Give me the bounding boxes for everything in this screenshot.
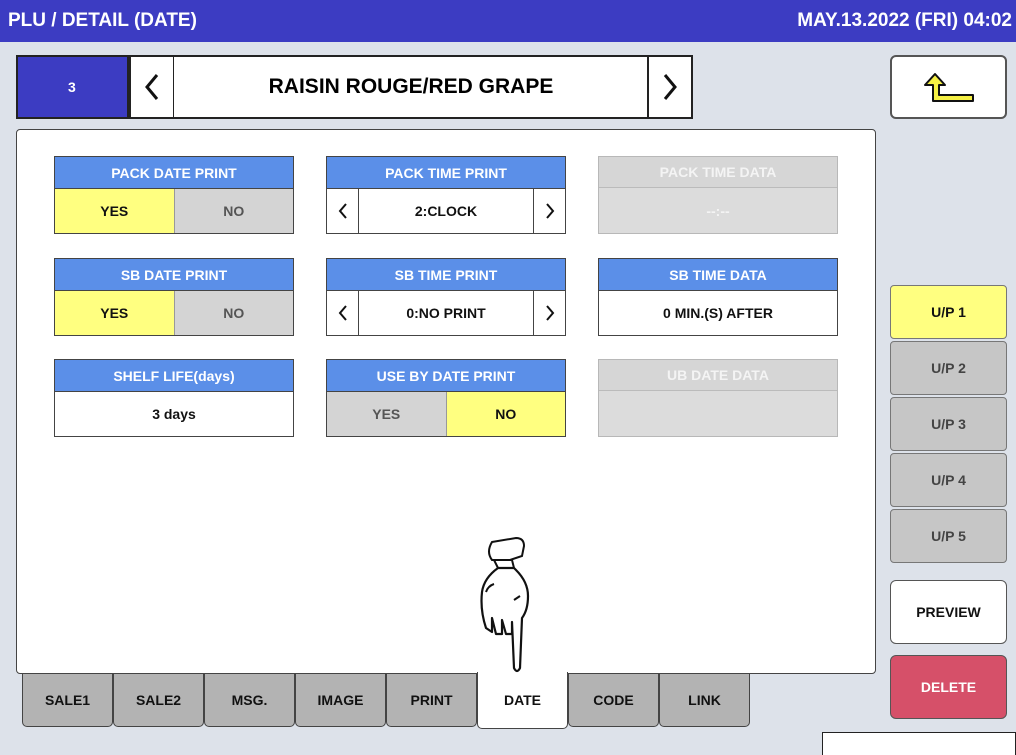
chevron-left-icon <box>338 203 347 219</box>
pack-time-next-button[interactable] <box>533 189 565 233</box>
sb-time-print-field: SB TIME PRINT 0:NO PRINT <box>326 258 566 336</box>
field-label: USE BY DATE PRINT <box>327 360 565 391</box>
tab-sale1[interactable]: SALE1 <box>22 674 113 727</box>
pack-time-data-value: --:-- <box>706 202 730 219</box>
shelf-life-value: 3 days <box>55 391 293 436</box>
unit-price-5-button[interactable]: U/P 5 <box>890 509 1007 563</box>
tab-code[interactable]: CODE <box>568 674 659 727</box>
sb-time-value: 0:NO PRINT <box>406 305 486 321</box>
next-plu-button[interactable] <box>647 55 693 119</box>
pack-time-print-field: PACK TIME PRINT 2:CLOCK <box>326 156 566 234</box>
shelf-life-field[interactable]: SHELF LIFE(days) 3 days <box>54 359 294 437</box>
plu-number[interactable]: 3 <box>16 55 129 119</box>
back-button[interactable] <box>890 55 1007 119</box>
ub-date-data-field: UB DATE DATA <box>598 359 838 437</box>
sb-time-next-button[interactable] <box>533 291 565 335</box>
pack-date-yes-option[interactable]: YES <box>55 189 174 233</box>
unit-price-2-button[interactable]: U/P 2 <box>890 341 1007 395</box>
pack-time-prev-button[interactable] <box>327 189 359 233</box>
field-label: SB TIME DATA <box>599 259 837 290</box>
return-arrow-icon <box>923 73 974 102</box>
title-bar: PLU / DETAIL (DATE) MAY.13.2022 (FRI) 04… <box>0 0 1016 42</box>
chevron-left-icon <box>338 305 347 321</box>
chevron-right-icon <box>663 74 677 100</box>
field-label: PACK DATE PRINT <box>55 157 293 188</box>
pack-time-value: 2:CLOCK <box>414 203 478 219</box>
use-by-yes-option[interactable]: YES <box>327 392 446 436</box>
tab-image[interactable]: IMAGE <box>295 674 386 727</box>
sb-date-print-field: SB DATE PRINT YES NO <box>54 258 294 336</box>
tab-link[interactable]: LINK <box>659 674 750 727</box>
detail-panel: PACK DATE PRINT YES NO PACK TIME PRINT 2… <box>16 129 876 674</box>
preview-button[interactable]: PREVIEW <box>890 580 1007 644</box>
sb-time-data-value: 0 MIN.(S) AFTER <box>599 290 837 335</box>
sb-time-prev-button[interactable] <box>327 291 359 335</box>
field-label: SB DATE PRINT <box>55 259 293 290</box>
use-by-no-option[interactable]: NO <box>445 392 565 436</box>
prev-plu-button[interactable] <box>129 55 175 119</box>
tab-sale2[interactable]: SALE2 <box>113 674 204 727</box>
use-by-date-print-field: USE BY DATE PRINT YES NO <box>326 359 566 437</box>
page-title: PLU / DETAIL (DATE) <box>8 10 197 31</box>
datetime-display: MAY.13.2022 (FRI) 04:02 <box>797 10 1012 31</box>
chevron-right-icon <box>545 203 554 219</box>
pack-date-no-option[interactable]: NO <box>173 189 293 233</box>
tab-date[interactable]: DATE <box>477 672 568 729</box>
delete-button[interactable]: DELETE <box>890 655 1007 719</box>
field-label: SB TIME PRINT <box>327 259 565 290</box>
sb-date-yes-option[interactable]: YES <box>55 291 174 335</box>
tab-msg[interactable]: MSG. <box>204 674 295 727</box>
tab-print[interactable]: PRINT <box>386 674 477 727</box>
plu-name: RAISIN ROUGE/RED GRAPE <box>174 55 648 119</box>
pack-time-data-field: PACK TIME DATA --:-- <box>598 156 838 234</box>
field-label: PACK TIME DATA <box>599 157 837 188</box>
field-label: SHELF LIFE(days) <box>55 360 293 391</box>
sb-date-no-option[interactable]: NO <box>173 291 293 335</box>
ub-date-data-value <box>599 391 837 436</box>
field-label: UB DATE DATA <box>599 360 837 391</box>
sb-time-data-field[interactable]: SB TIME DATA 0 MIN.(S) AFTER <box>598 258 838 336</box>
status-box <box>822 732 1016 755</box>
chevron-left-icon <box>145 74 159 100</box>
pointing-hand-icon <box>480 536 530 673</box>
unit-price-1-button[interactable]: U/P 1 <box>890 285 1007 339</box>
unit-price-3-button[interactable]: U/P 3 <box>890 397 1007 451</box>
pack-date-print-field: PACK DATE PRINT YES NO <box>54 156 294 234</box>
unit-price-4-button[interactable]: U/P 4 <box>890 453 1007 507</box>
field-label: PACK TIME PRINT <box>327 157 565 188</box>
chevron-right-icon <box>545 305 554 321</box>
